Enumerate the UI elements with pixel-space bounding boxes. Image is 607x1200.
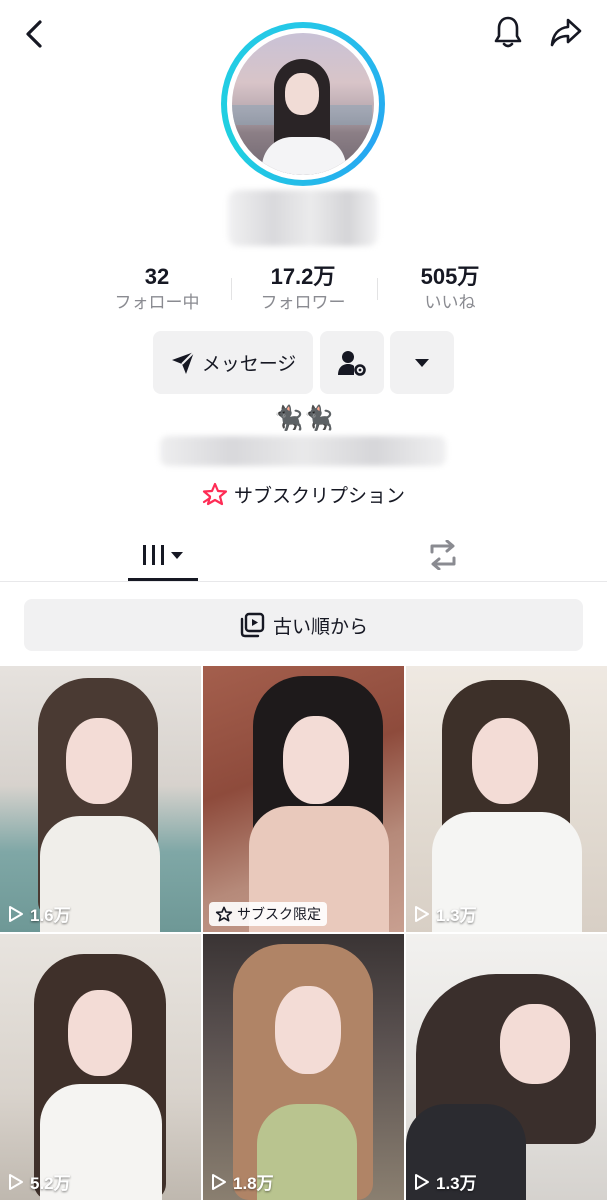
following-stat[interactable]: 32 フォロー中 (87, 262, 227, 314)
thumbnail-face (275, 986, 341, 1074)
repost-icon (430, 540, 456, 570)
video-thumbnail[interactable]: 1.6万 (0, 666, 201, 932)
bio-emoji: 🐈‍⬛🐈‍⬛ (273, 404, 334, 432)
chevron-left-icon (26, 20, 42, 48)
more-options-button[interactable] (390, 331, 454, 394)
followers-stat[interactable]: 17.2万 フォロワー (233, 262, 373, 314)
tab-reposts[interactable] (408, 528, 478, 582)
friend-settings-button[interactable] (320, 331, 384, 394)
view-count-text: 1.3万 (436, 906, 477, 925)
likes-stat[interactable]: 505万 いいね (380, 262, 520, 314)
avatar[interactable] (221, 22, 385, 186)
video-thumbnail[interactable]: 5.2万 (0, 934, 201, 1200)
bell-icon (494, 16, 522, 48)
view-count: 1.8万 (211, 1169, 274, 1194)
likes-label: いいね (424, 293, 476, 313)
subscription-star-icon (202, 482, 228, 506)
play-outline-icon (415, 905, 429, 922)
send-icon (171, 350, 195, 374)
avatar-shirt (262, 137, 346, 175)
followers-count: 17.2万 (270, 264, 336, 289)
stat-divider (231, 278, 232, 300)
thumbnail-face (66, 718, 132, 804)
thumbnail-face (68, 990, 132, 1076)
view-count: 1.3万 (414, 1169, 477, 1194)
share-arrow-icon (550, 18, 582, 47)
view-count-text: 5.2万 (30, 1174, 71, 1193)
subscription-only-badge: サブスク限定 (209, 902, 327, 926)
play-outline-icon (9, 1173, 23, 1190)
playlist-icon (240, 612, 265, 638)
view-count-text: 1.3万 (436, 1174, 477, 1193)
message-button[interactable]: メッセージ (153, 331, 313, 394)
sort-order-button[interactable]: 古い順から (24, 599, 583, 651)
view-count-text: 1.6万 (30, 906, 71, 925)
subscription-label: サブスクリプション (233, 484, 405, 507)
video-thumbnail[interactable]: 1.3万 (406, 666, 607, 932)
play-outline-icon (415, 1173, 429, 1190)
view-count: 5.2万 (8, 1169, 71, 1194)
avatar-face (285, 73, 319, 115)
back-button[interactable] (14, 14, 54, 54)
avatar-border (227, 28, 379, 180)
notification-button[interactable] (488, 12, 528, 52)
play-outline-icon (212, 1173, 226, 1190)
sort-order-label: 古い順から (272, 615, 368, 638)
share-button[interactable] (546, 12, 586, 52)
view-count-text: 1.8万 (233, 1174, 274, 1193)
view-count: 1.3万 (414, 901, 477, 926)
video-grid: 1.6万 サブスク限定 1.3万 5.2万 1.8万 1.3万 (0, 666, 607, 1200)
subscription-star-icon (215, 906, 233, 922)
subscription-only-text: サブスク限定 (237, 907, 321, 923)
video-thumbnail[interactable]: 1.3万 (406, 934, 607, 1200)
following-label: フォロー中 (114, 293, 200, 313)
profile-stats: 32 フォロー中 17.2万 フォロワー 505万 いいね (0, 262, 607, 316)
blurred-bio-text (160, 436, 446, 466)
likes-count: 505万 (420, 264, 480, 289)
tab-videos[interactable] (128, 528, 198, 582)
thumbnail-face (500, 1004, 570, 1084)
stat-divider (377, 278, 378, 300)
video-thumbnail[interactable]: サブスク限定 (203, 666, 404, 932)
caret-down-icon (415, 358, 429, 367)
blurred-username (228, 190, 378, 246)
content-tabs (0, 528, 607, 582)
thumbnail-face (283, 716, 349, 804)
subscription-link[interactable]: サブスクリプション (0, 478, 607, 510)
grid-columns-icon (143, 545, 183, 565)
followers-label: フォロワー (260, 293, 346, 313)
message-button-label: メッセージ (201, 353, 297, 375)
person-gear-icon (338, 350, 366, 376)
active-tab-indicator (128, 578, 198, 581)
play-outline-icon (9, 905, 23, 922)
video-thumbnail[interactable]: 1.8万 (203, 934, 404, 1200)
following-count: 32 (144, 264, 170, 289)
thumbnail-face (472, 718, 538, 804)
avatar-photo (232, 33, 374, 175)
view-count: 1.6万 (8, 901, 71, 926)
